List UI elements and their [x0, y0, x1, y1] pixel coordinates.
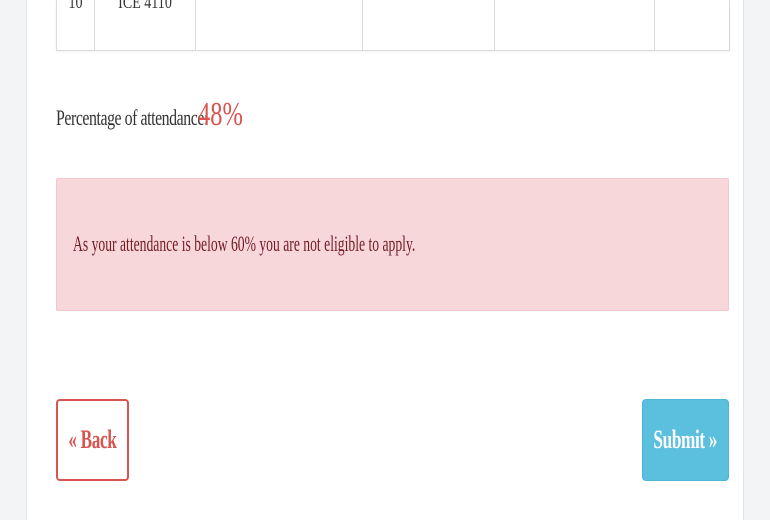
- table-cell: [655, 0, 729, 50]
- attendance-value: 48%: [198, 96, 243, 133]
- ineligible-alert: As your attendance is below 60% you are …: [56, 178, 729, 311]
- submit-button-label: Submit: [653, 425, 706, 454]
- table-cell-serial: 10: [57, 0, 95, 50]
- double-chevron-right-icon: »: [709, 425, 718, 454]
- table-cell-course-code: ICE 4110: [95, 0, 196, 50]
- table-cell: [363, 0, 495, 50]
- alert-message: As your attendance is below 60% you are …: [73, 231, 416, 256]
- back-button[interactable]: « Back: [56, 399, 129, 481]
- content-panel: 10 ICE 4110 Percentage of attendance:48%…: [26, 0, 744, 520]
- table-cell: [495, 0, 655, 50]
- attendance-table-row: 10 ICE 4110: [56, 0, 730, 51]
- submit-button[interactable]: Submit »: [642, 399, 729, 481]
- attendance-label: Percentage of attendance:: [56, 105, 208, 130]
- attendance-percentage: Percentage of attendance:48%: [56, 96, 260, 134]
- table-cell: [196, 0, 363, 50]
- back-button-label: Back: [80, 425, 117, 454]
- double-chevron-left-icon: «: [68, 425, 77, 454]
